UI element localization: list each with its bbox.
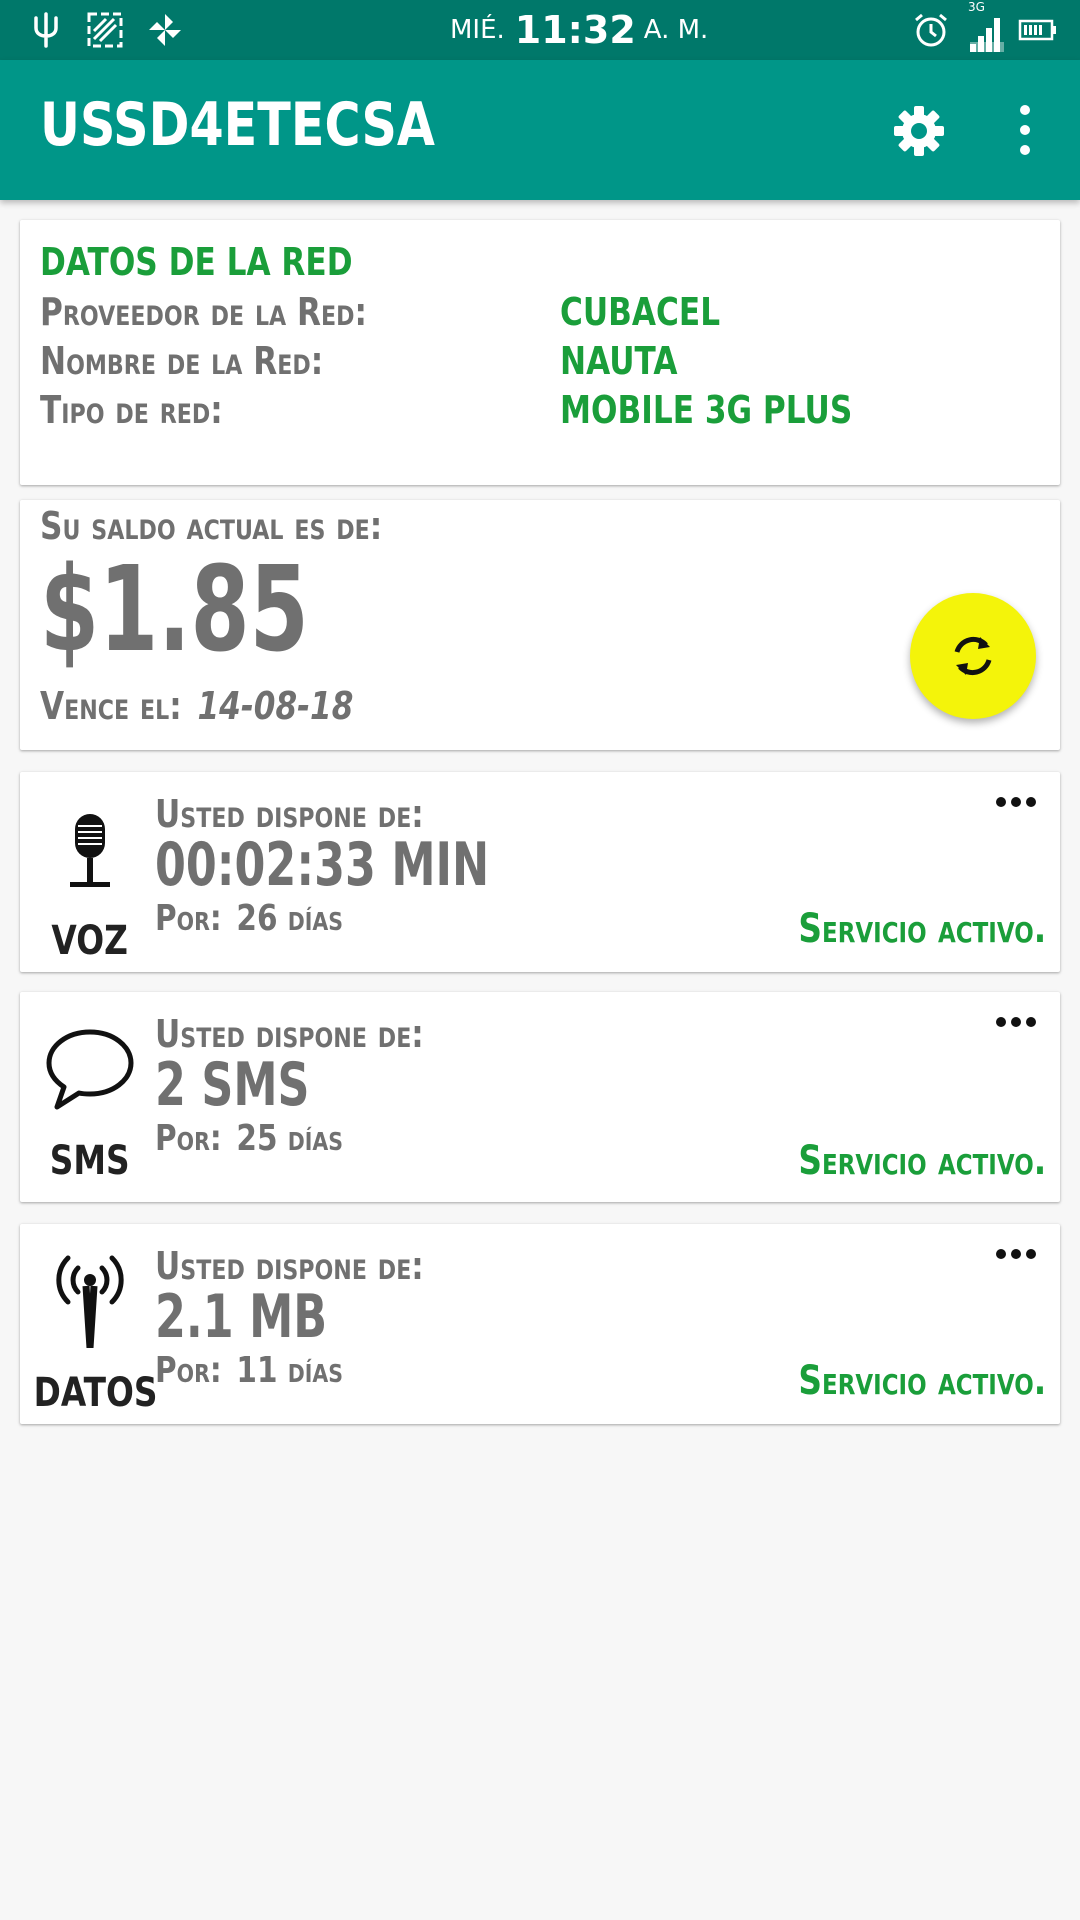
network-name-label: Nombre de la Red:	[40, 339, 324, 383]
settings-gear-icon[interactable]	[893, 105, 945, 157]
period: Por: 26 días	[155, 898, 384, 939]
network-type-label: Tipo de red:	[40, 388, 223, 432]
provider-value: CUBACEL	[560, 290, 721, 334]
period: Por: 25 días	[155, 1118, 384, 1159]
usb-icon	[30, 0, 62, 60]
balance-card: Su saldo actual es de: $1.85 Vence el: 1…	[20, 500, 1060, 750]
pinwheel-icon	[145, 0, 185, 60]
sms-amount: 2 SMS	[155, 1050, 310, 1120]
sms-service-card[interactable]: SMS Usted dispone de: 2 SMS Por: 25 días …	[20, 992, 1060, 1202]
network-info-card: DATOS DE LA RED Proveedor de la Red: CUB…	[20, 220, 1060, 485]
period-label: Por:	[155, 1118, 222, 1159]
overflow-menu-icon[interactable]	[1010, 102, 1040, 158]
network-type-label: 3G	[968, 0, 985, 14]
status-bar: MIÉ. 11:32 A. M. 3G	[0, 0, 1080, 60]
voice-amount: 00:02:33 MIN	[155, 830, 490, 900]
refresh-button[interactable]	[910, 593, 1036, 719]
network-heading: DATOS DE LA RED	[40, 240, 353, 284]
period-value: 26 días	[236, 898, 344, 939]
chat-bubble-icon	[40, 1020, 140, 1120]
service-status: Servicio activo.	[798, 1138, 1046, 1184]
provider-label: Proveedor de la Red:	[40, 290, 367, 334]
period-label: Por:	[155, 1350, 222, 1391]
balance-expiration: Vence el: 14-08-18	[40, 684, 422, 728]
clock-time: 11:32	[514, 8, 636, 52]
signal-icon: 3G	[968, 0, 1004, 60]
more-options-icon[interactable]	[994, 1246, 1038, 1260]
app-bar: USSD4ETECSA	[0, 60, 1080, 200]
network-type-value: MOBILE 3G PLUS	[560, 388, 853, 432]
more-options-icon[interactable]	[994, 794, 1038, 808]
expires-label: Vence el:	[40, 684, 182, 728]
service-name: DATOS	[33, 1370, 158, 1416]
voice-service-card[interactable]: VOZ Usted dispone de: 00:02:33 MIN Por: 2…	[20, 772, 1060, 972]
period: Por: 11 días	[155, 1350, 384, 1391]
battery-icon	[1018, 0, 1058, 60]
clock-day: MIÉ.	[450, 15, 505, 45]
service-status: Servicio activo.	[798, 906, 1046, 952]
service-name: SMS	[50, 1138, 130, 1184]
alarm-icon	[912, 0, 950, 60]
balance-amount: $1.85	[40, 540, 309, 678]
period-value: 11 días	[236, 1350, 344, 1391]
data-service-card[interactable]: DATOS Usted dispone de: 2.1 MB Por: 11 dí…	[20, 1224, 1060, 1424]
service-status: Servicio activo.	[798, 1358, 1046, 1404]
antenna-icon	[40, 1250, 140, 1350]
period-value: 25 días	[236, 1118, 344, 1159]
screenshot-icon	[86, 0, 124, 60]
app-title: USSD4ETECSA	[40, 90, 435, 160]
period-label: Por:	[155, 898, 222, 939]
refresh-icon	[954, 636, 992, 676]
clock-suffix: A. M.	[643, 15, 709, 45]
expires-date: 14-08-18	[197, 684, 354, 728]
microphone-icon	[40, 802, 140, 902]
status-clock: MIÉ. 11:32 A. M.	[450, 0, 708, 60]
more-options-icon[interactable]	[994, 1014, 1038, 1028]
service-name: VOZ	[51, 918, 129, 964]
data-amount: 2.1 MB	[155, 1282, 328, 1352]
network-name-value: NAUTA	[560, 339, 678, 383]
